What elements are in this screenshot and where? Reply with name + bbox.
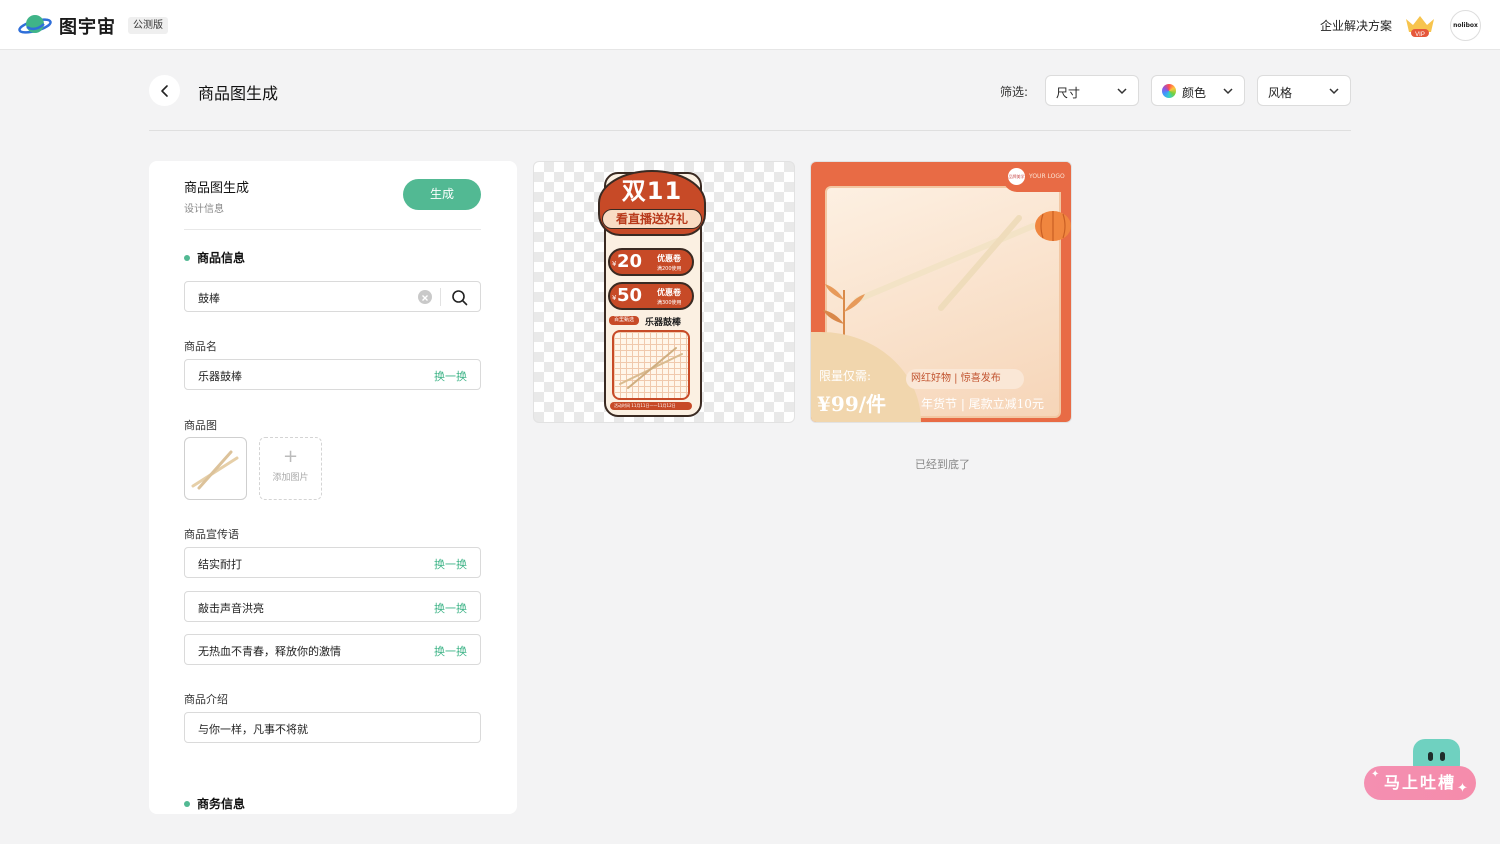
- result-card-2[interactable]: 品牌美学 YOUR LOGO 限量仅需: ¥99/件 网红好物 | 惊喜发布 年…: [810, 161, 1072, 423]
- coupon-amount: 20: [617, 251, 643, 272]
- brand-logo-icon: 品牌美学: [1008, 168, 1025, 185]
- color-filter-value: 颜色: [1182, 86, 1207, 100]
- vip-label: VIP: [1415, 32, 1425, 38]
- poster-price: ¥99/件: [817, 392, 887, 416]
- product-search-value: 鼓棒: [198, 292, 220, 305]
- coupon-tag: 优惠卷: [657, 288, 681, 297]
- product-image-label: 商品图: [184, 419, 217, 432]
- panel-title: 商品图生成: [184, 181, 250, 196]
- chevron-down-icon: [1223, 88, 1233, 95]
- chevron-down-icon: [1117, 88, 1127, 95]
- slogan-label: 商品宣传语: [184, 528, 239, 541]
- poster-product-row: 百里甄选 乐器鼓棒: [609, 315, 693, 328]
- end-of-list-text: 已经到底了: [915, 458, 970, 471]
- intro-value: 与你一样，凡事不将就: [198, 723, 308, 736]
- enterprise-solutions-link[interactable]: 企业解决方案: [1320, 17, 1392, 34]
- poster-headline-badge: 双11 看直播送好礼: [598, 170, 706, 236]
- filter-label: 筛选:: [1000, 85, 1029, 99]
- product-name-value: 乐器鼓棒: [198, 370, 242, 383]
- search-icon[interactable]: [451, 289, 468, 306]
- avatar[interactable]: nolibox: [1450, 10, 1481, 41]
- clear-icon[interactable]: [418, 290, 432, 304]
- back-button[interactable]: [149, 75, 180, 106]
- add-image-button[interactable]: + 添加图片: [259, 437, 322, 500]
- brand-name[interactable]: 图宇宙: [59, 13, 116, 39]
- poster-footer: 活动时间 11月11日——11月12日: [610, 402, 692, 410]
- poster-bottom-text: 年货节 | 尾款立减10元: [921, 397, 1044, 411]
- slogan-value: 无热血不青春，释放你的激情: [198, 645, 341, 658]
- beta-badge: 公测版: [128, 17, 168, 34]
- swap-link[interactable]: 换一换: [434, 368, 467, 384]
- product-name-field[interactable]: 乐器鼓棒 换一换: [184, 359, 481, 390]
- intro-field[interactable]: 与你一样，凡事不将就: [184, 712, 481, 743]
- sparkle-icon: ✦: [1371, 769, 1380, 780]
- size-filter-select[interactable]: 尺寸: [1045, 75, 1139, 106]
- product-name-label: 商品名: [184, 340, 217, 353]
- swap-link[interactable]: 换一换: [434, 556, 467, 572]
- coupon-50: ¥ 50 优惠卷 满300使用: [608, 282, 694, 310]
- plus-icon: +: [282, 446, 299, 467]
- drumstick-image: [191, 450, 239, 490]
- coupon-20: ¥ 20 优惠卷 满200使用: [608, 248, 694, 276]
- slogan-field-2[interactable]: 敲击声音洪亮 换一换: [184, 591, 481, 622]
- style-filter-select[interactable]: 风格: [1257, 75, 1351, 106]
- slogan-field-3[interactable]: 无热血不青春，释放你的激情 换一换: [184, 634, 481, 665]
- generate-button[interactable]: 生成: [403, 179, 481, 210]
- coupon-condition: 满200使用: [657, 266, 682, 272]
- mascot-eye: [1440, 752, 1445, 761]
- coupon-tag: 优惠卷: [657, 254, 681, 263]
- chevron-left-icon: [160, 84, 168, 97]
- size-filter-value: 尺寸: [1056, 86, 1081, 100]
- poster-product-image: [612, 330, 690, 400]
- chevron-down-icon: [1329, 88, 1339, 95]
- poster-subline: 看直播送好礼: [602, 209, 702, 229]
- slogan-value: 结实耐打: [198, 558, 242, 571]
- drumstick-image: [619, 347, 683, 389]
- poster-pill: 网红好物 | 惊喜发布: [906, 369, 1024, 389]
- poster-headline: 双11: [621, 177, 683, 205]
- swap-link[interactable]: 换一换: [434, 643, 467, 659]
- slogan-value: 敲击声音洪亮: [198, 602, 264, 615]
- swap-link[interactable]: 换一换: [434, 600, 467, 616]
- intro-label: 商品介绍: [184, 693, 228, 706]
- add-image-label: 添加图片: [272, 473, 309, 483]
- poster-logo-text: YOUR LOGO: [1029, 173, 1065, 180]
- mascot-eye: [1428, 752, 1433, 761]
- business-info-heading: 商务信息: [184, 795, 245, 812]
- color-filter-select[interactable]: 颜色: [1151, 75, 1245, 106]
- header-divider: [149, 130, 1351, 131]
- poster-product-name: 乐器鼓棒: [645, 318, 682, 328]
- feedback-label: 马上吐槽: [1383, 773, 1456, 792]
- product-info-heading: 商品信息: [184, 249, 245, 266]
- vip-crown-icon[interactable]: VIP: [1404, 13, 1436, 39]
- lantern-icon: [1035, 211, 1071, 241]
- panel-subtitle: 设计信息: [184, 204, 224, 215]
- style-filter-value: 风格: [1268, 86, 1293, 100]
- result-card-1[interactable]: 双11 看直播送好礼 ¥ 20 优惠卷 满200使用 ¥ 50 优惠卷 满300…: [533, 161, 795, 423]
- design-info-panel: 商品图生成 设计信息 生成 商品信息 鼓棒 商品名 乐器鼓棒 换一换 商品图 +…: [149, 161, 517, 814]
- coupon-condition: 满300使用: [657, 300, 682, 306]
- page-title: 商品图生成: [198, 84, 279, 103]
- poster-limit-text: 限量仅需:: [819, 369, 872, 383]
- product-search-input[interactable]: 鼓棒: [184, 281, 481, 312]
- top-bar: 图宇宙 公测版 企业解决方案 VIP nolibox: [0, 0, 1500, 50]
- coupon-amount: 50: [617, 285, 643, 306]
- sparkle-icon: ✦: [1457, 781, 1468, 796]
- color-wheel-icon: [1162, 84, 1176, 98]
- slogan-field-1[interactable]: 结实耐打 换一换: [184, 547, 481, 578]
- poster-tag: 百里甄选: [609, 316, 639, 325]
- search-divider: [440, 288, 441, 306]
- panel-divider: [184, 229, 481, 230]
- product-image-thumbnail[interactable]: [184, 437, 247, 500]
- coupon-currency: ¥: [612, 294, 617, 302]
- planet-logo-icon[interactable]: [18, 12, 52, 38]
- drumstick-image: [854, 215, 1036, 311]
- coupon-currency: ¥: [612, 260, 617, 268]
